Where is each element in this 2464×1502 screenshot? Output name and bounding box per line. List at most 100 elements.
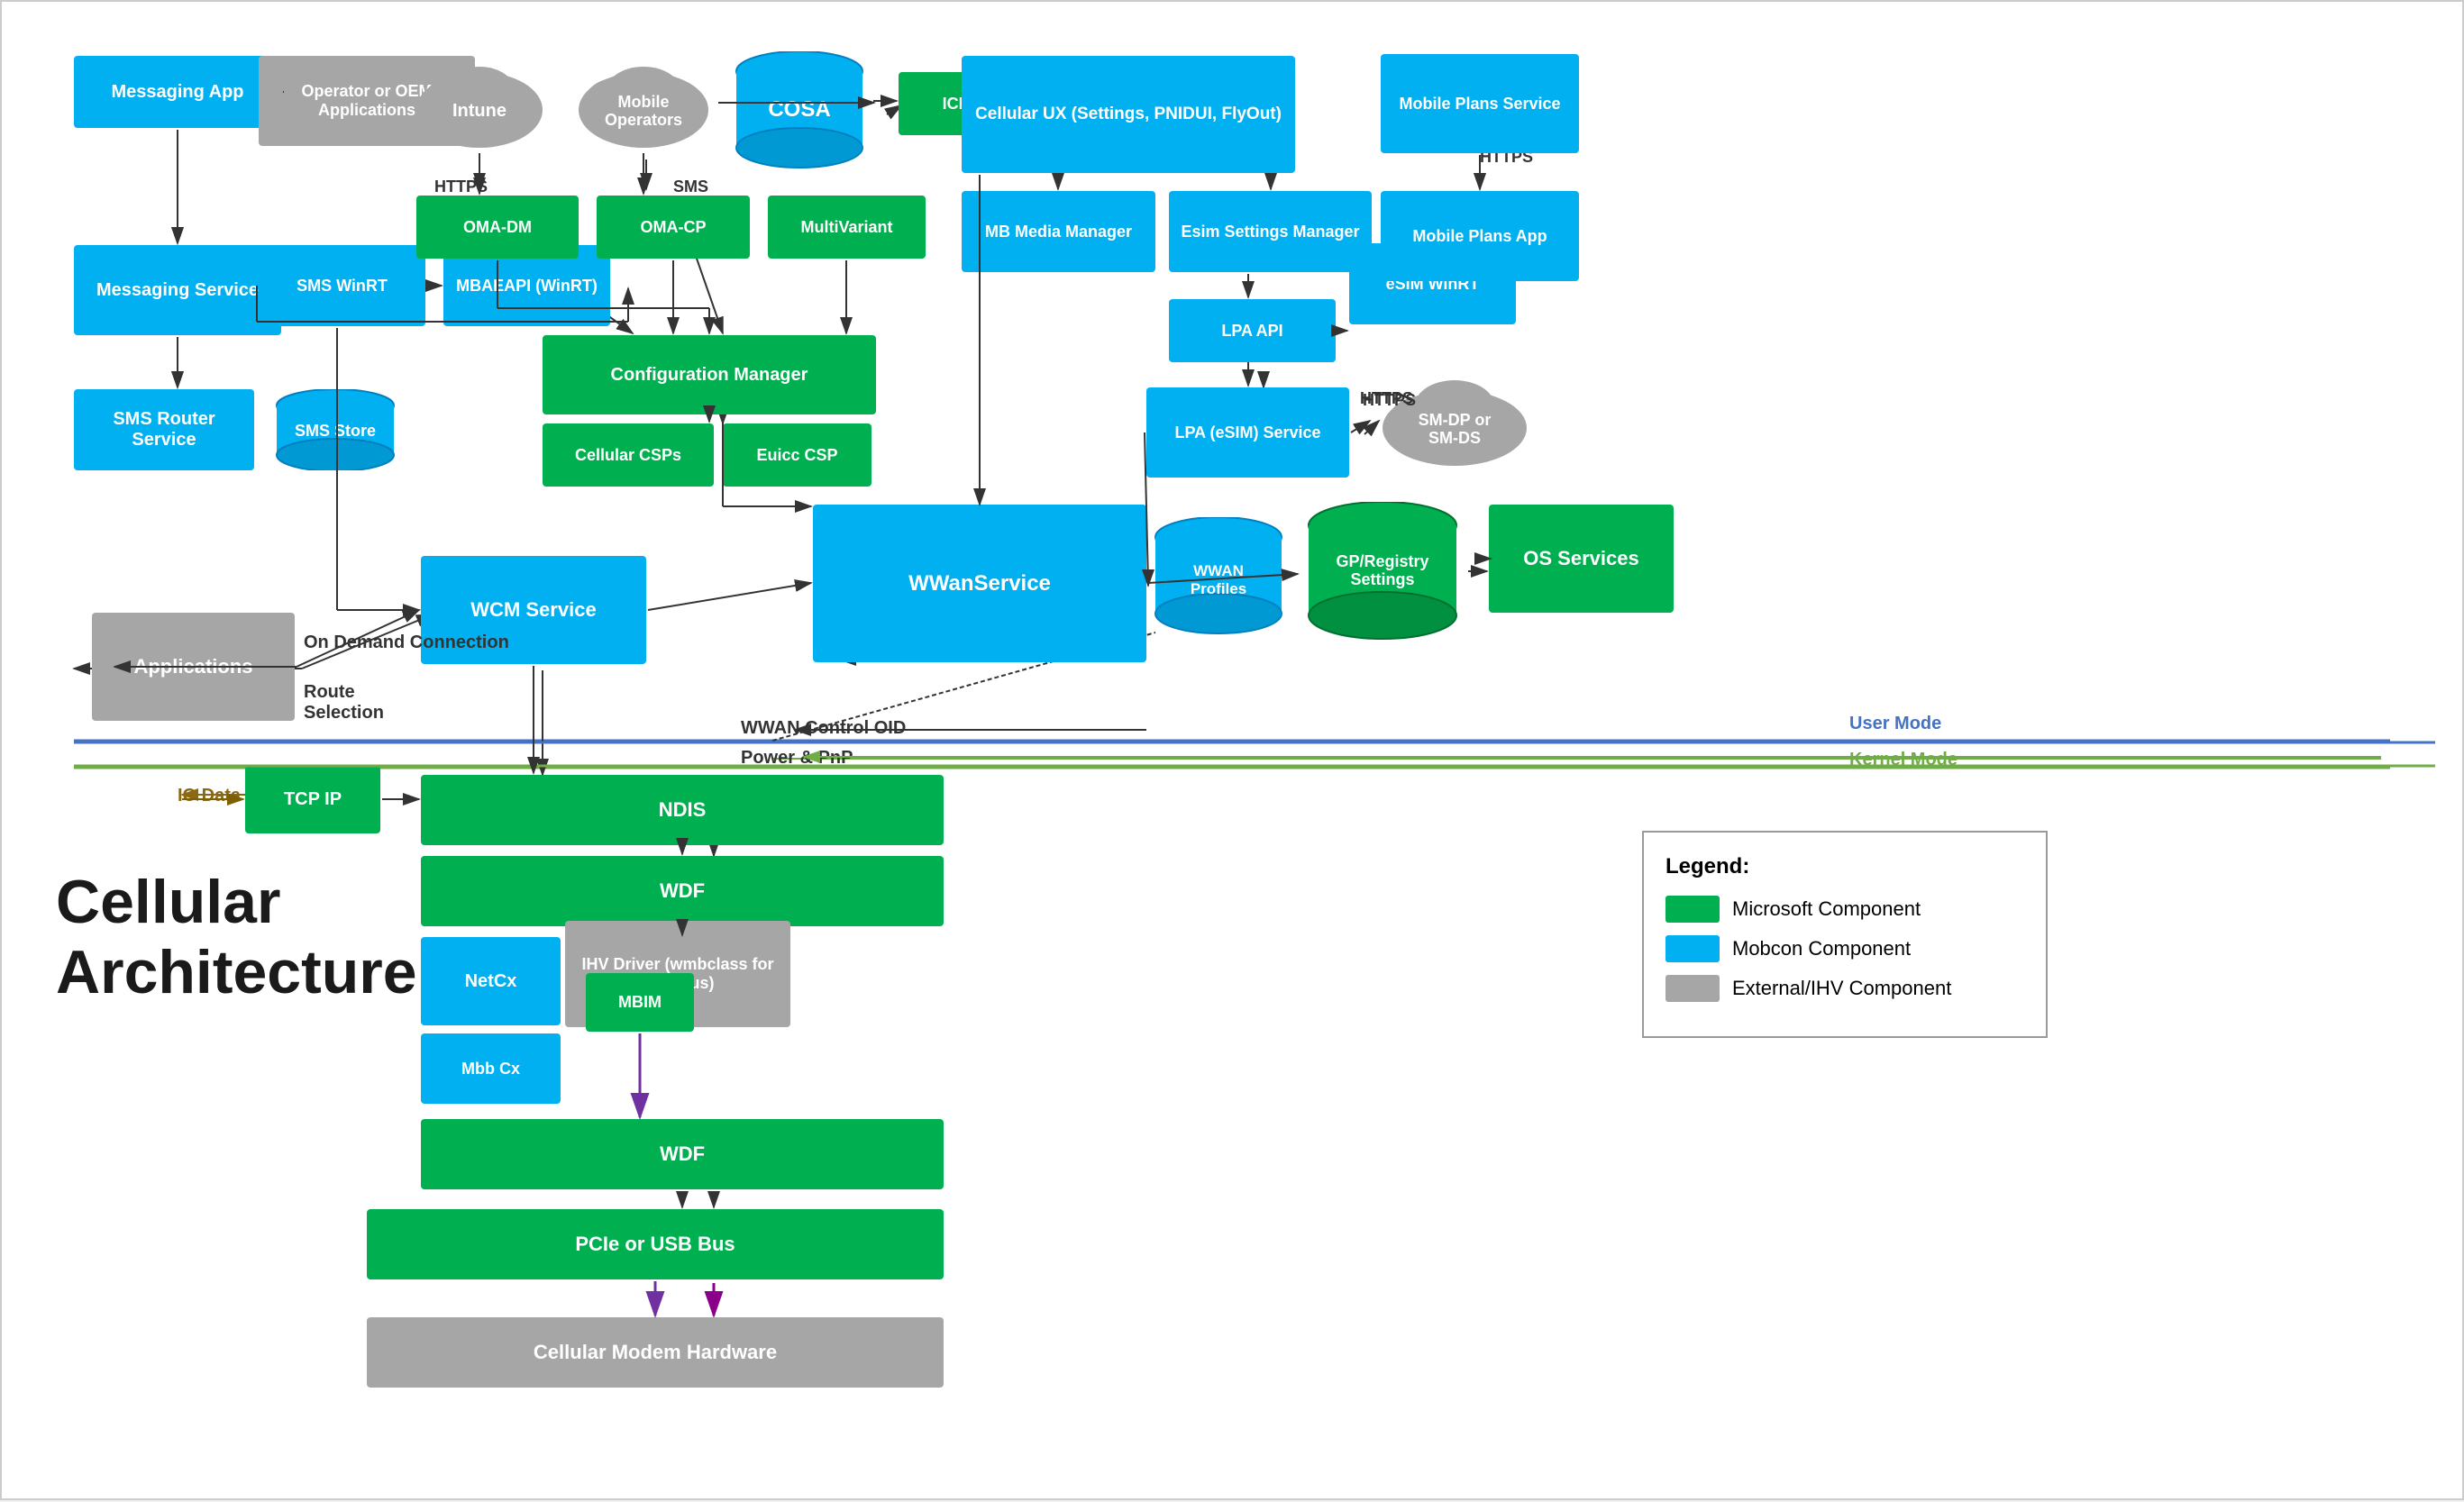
ndis-label: NDIS — [659, 798, 707, 822]
svg-text:SMS Store: SMS Store — [295, 422, 376, 440]
cellular-ux-label: Cellular UX (Settings, PNIDUI, FlyOut) — [975, 105, 1282, 124]
esim-settings-mgr-node: Esim Settings Manager — [1169, 191, 1372, 272]
mbb-cx-label: Mbb Cx — [461, 1060, 520, 1079]
legend-item-mobcon: Mobcon Component — [1665, 935, 2024, 962]
legend-label-mobcon: Mobcon Component — [1732, 937, 1911, 960]
sms-winrt-label: SMS WinRT — [297, 277, 388, 296]
messaging-app-label: Messaging App — [111, 82, 243, 103]
mobile-plans-service-node: Mobile Plans Service — [1381, 54, 1579, 153]
legend-color-microsoft — [1665, 896, 1720, 923]
legend-item-external: External/IHV Component — [1665, 975, 2024, 1002]
mobile-plans-app-node: Mobile Plans App — [1381, 191, 1579, 281]
wdf-upper-node: WDF — [421, 856, 944, 926]
mb-media-mgr-node: MB Media Manager — [962, 191, 1155, 272]
gp-registry-node: GP/Registry Settings — [1300, 502, 1466, 642]
cellular-csps-node: Cellular CSPs — [543, 423, 714, 487]
https-lpa-label: HTTPS — [1360, 389, 1413, 408]
user-mode-label: User Mode — [1849, 714, 1941, 734]
svg-text:GP/Registry: GP/Registry — [1336, 552, 1428, 570]
cellular-modem-hw-node: Cellular Modem Hardware — [367, 1317, 944, 1388]
mbim-label: MBIM — [618, 993, 662, 1012]
mobile-plans-service-label: Mobile Plans Service — [1399, 95, 1560, 114]
wdf-lower-node: WDF — [421, 1119, 944, 1189]
kernel-mode-label: Kernel Mode — [1849, 750, 1958, 770]
sms-router-node: SMS Router Service — [74, 389, 254, 470]
cellular-csps-label: Cellular CSPs — [575, 446, 681, 465]
legend-item-microsoft: Microsoft Component — [1665, 896, 2024, 923]
mbim-node: MBIM — [586, 973, 694, 1032]
applications-node: Applications — [92, 613, 295, 721]
sms-router-label: SMS Router Service — [79, 409, 249, 451]
svg-text:SM-DS: SM-DS — [1428, 429, 1481, 447]
intune-node: Intune — [407, 51, 552, 150]
diagram-container: Messaging App Messaging Service SMS Rout… — [0, 0, 2464, 1500]
lpa-api-node: LPA API — [1169, 299, 1336, 362]
multivariant-label: MultiVariant — [800, 218, 892, 237]
wwanservice-node: WWanService — [813, 505, 1146, 662]
netcx-label: NetCx — [465, 971, 517, 992]
legend-title: Legend: — [1665, 854, 2024, 879]
cellular-ux-node: Cellular UX (Settings, PNIDUI, FlyOut) — [962, 56, 1295, 173]
oma-dm-label: OMA-DM — [463, 218, 532, 237]
sms-label: SMS — [673, 178, 708, 196]
netcx-node: NetCx — [421, 937, 561, 1025]
applications-label: Applications — [133, 655, 252, 678]
on-demand-label: On Demand Connection — [304, 633, 509, 653]
svg-text:Operators: Operators — [605, 111, 682, 129]
tcpip-label: TCP IP — [284, 789, 342, 810]
legend-label-microsoft: Microsoft Component — [1732, 897, 1921, 921]
messaging-service-label: Messaging Service — [96, 280, 259, 301]
lpa-esim-service-node: LPA (eSIM) Service — [1146, 387, 1349, 478]
wdf-lower-label: WDF — [660, 1142, 705, 1166]
os-services-node: OS Services — [1489, 505, 1674, 613]
svg-text:Intune: Intune — [452, 101, 506, 121]
pcie-usb-label: PCIe or USB Bus — [575, 1233, 735, 1256]
diagram-title: CellularArchitecture — [56, 867, 417, 1007]
legend-color-mobcon — [1665, 935, 1720, 962]
sms-store-node: SMS Store — [268, 389, 403, 470]
wdf-upper-label: WDF — [660, 879, 705, 903]
oma-cp-label: OMA-CP — [641, 218, 707, 237]
svg-text:Profiles: Profiles — [1191, 580, 1246, 597]
legend-box: Legend: Microsoft Component Mobcon Compo… — [1642, 831, 2048, 1038]
io-data-label: IO Data — [178, 786, 241, 806]
svg-text:COSA: COSA — [768, 97, 830, 122]
svg-text:WWAN: WWAN — [1193, 562, 1244, 579]
tcpip-node: TCP IP — [245, 766, 380, 833]
cosa-node: COSA — [727, 51, 872, 168]
svg-text:Settings: Settings — [1350, 570, 1414, 588]
mobile-plans-app-label: Mobile Plans App — [1412, 227, 1547, 246]
mbb-cx-node: Mbb Cx — [421, 1033, 561, 1104]
wwan-control-oid-label: WWAN Control OID — [741, 718, 906, 739]
wwan-profiles-node: WWAN Profiles — [1146, 517, 1291, 634]
svg-text:Mobile: Mobile — [618, 93, 670, 111]
legend-label-external: External/IHV Component — [1732, 977, 1951, 1000]
oma-dm-node: OMA-DM — [416, 196, 579, 259]
mbaeapi-label: MBAEAPI (WinRT) — [456, 277, 598, 296]
wwanservice-label: WWanService — [908, 571, 1051, 596]
mb-media-mgr-label: MB Media Manager — [985, 223, 1132, 241]
oma-cp-node: OMA-CP — [597, 196, 750, 259]
messaging-service-node: Messaging Service — [74, 245, 281, 335]
euicc-csp-label: Euicc CSP — [756, 446, 837, 465]
cellular-modem-hw-label: Cellular Modem Hardware — [534, 1341, 777, 1364]
https-label: HTTPS — [434, 178, 488, 196]
lpa-api-label: LPA API — [1221, 322, 1282, 341]
ndis-node: NDIS — [421, 775, 944, 845]
esim-settings-mgr-label: Esim Settings Manager — [1181, 223, 1359, 241]
mobile-operators-node: Mobile Operators — [570, 51, 718, 150]
legend-color-external — [1665, 975, 1720, 1002]
config-manager-label: Configuration Manager — [611, 365, 808, 386]
lpa-esim-service-label: LPA (eSIM) Service — [1174, 423, 1320, 442]
sms-winrt-node: SMS WinRT — [259, 245, 425, 326]
pcie-usb-node: PCIe or USB Bus — [367, 1209, 944, 1279]
svg-text:SM-DP or: SM-DP or — [1419, 411, 1492, 429]
route-selection-label: RouteSelection — [304, 682, 384, 724]
power-pnp-label: Power & PnP — [741, 748, 853, 769]
config-manager-node: Configuration Manager — [543, 335, 876, 414]
os-services-label: OS Services — [1523, 547, 1638, 570]
smdp-smds-node: SM-DP or SM-DS — [1372, 369, 1538, 469]
multivariant-node: MultiVariant — [768, 196, 926, 259]
messaging-app-node: Messaging App — [74, 56, 281, 128]
euicc-csp-node: Euicc CSP — [723, 423, 872, 487]
